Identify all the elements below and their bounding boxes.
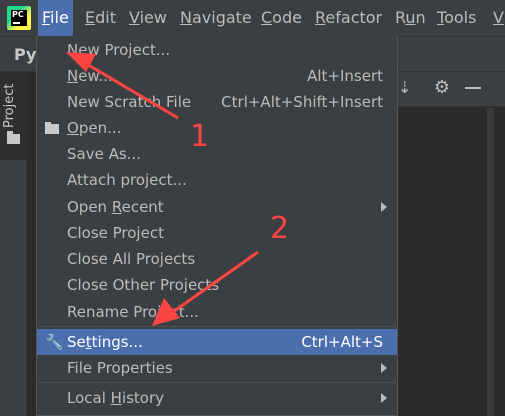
menu-item-close-other-projects[interactable]: Close Other Projects	[37, 272, 397, 298]
menu-navigate[interactable]: Navigate	[176, 0, 256, 36]
menu-item-open-recent[interactable]: Open Recent	[37, 194, 397, 220]
shortcut: Ctrl+Alt+S	[301, 333, 383, 351]
logo-text: PC	[12, 10, 24, 19]
menu-separator	[38, 382, 396, 383]
menu-view[interactable]: View	[125, 0, 171, 36]
menu-item-close-all-projects[interactable]: Close All Projects	[37, 246, 397, 272]
annotation-label-2: 2	[270, 211, 290, 246]
menu-code[interactable]: Code	[257, 0, 306, 36]
folder-icon	[45, 120, 61, 136]
menu-item-local-history[interactable]: Local History	[37, 385, 397, 411]
menu-item-new[interactable]: New... Alt+Insert	[37, 63, 397, 89]
shortcut: Alt+Insert	[307, 67, 383, 85]
hide-icon[interactable]	[465, 87, 481, 89]
menu-item-rename-project[interactable]: Rename Project...	[37, 299, 397, 325]
menu-item-close-project[interactable]: Close Project	[37, 220, 397, 246]
menu-run[interactable]: Run	[391, 0, 430, 36]
annotation-label-1: 1	[190, 119, 210, 154]
submenu-arrow-icon	[381, 393, 387, 403]
wrench-icon: 🔧	[45, 333, 64, 351]
menu-separator	[38, 326, 396, 327]
file-menu-dropdown: New Project... New... Alt+Insert New Scr…	[36, 36, 398, 416]
folder-icon	[7, 131, 20, 144]
menu-item-file-properties[interactable]: File Properties	[37, 355, 397, 381]
submenu-arrow-icon	[381, 202, 387, 212]
menu-refactor[interactable]: Refactor	[311, 0, 386, 36]
scrollbar[interactable]	[487, 108, 494, 416]
menu-item-new-scratch-file[interactable]: New Scratch File Ctrl+Alt+Shift+Insert	[37, 89, 397, 115]
menu-bar: PC File Edit View Navigate Code Refactor…	[0, 0, 505, 37]
menu-tools[interactable]: Tools	[433, 0, 480, 36]
menu-item-open[interactable]: Open...	[37, 115, 397, 141]
menu-file[interactable]: File	[38, 0, 73, 36]
menu-edit[interactable]: Edit	[81, 0, 120, 36]
menu-vcs[interactable]: V	[489, 0, 505, 36]
collapse-icon[interactable]: ⇣	[398, 80, 411, 96]
submenu-arrow-icon	[381, 363, 387, 373]
menu-item-new-project[interactable]: New Project...	[37, 37, 397, 63]
pycharm-logo: PC	[7, 6, 31, 30]
menu-item-settings[interactable]: 🔧 Settings... Ctrl+Alt+S	[37, 329, 397, 355]
gear-icon[interactable]: ⚙	[432, 78, 452, 98]
menu-item-save-as[interactable]: Save As...	[37, 141, 397, 167]
project-tab-label: Project	[2, 83, 17, 128]
menu-item-attach-project[interactable]: Attach project...	[37, 167, 397, 193]
shortcut: Ctrl+Alt+Shift+Insert	[221, 93, 383, 111]
